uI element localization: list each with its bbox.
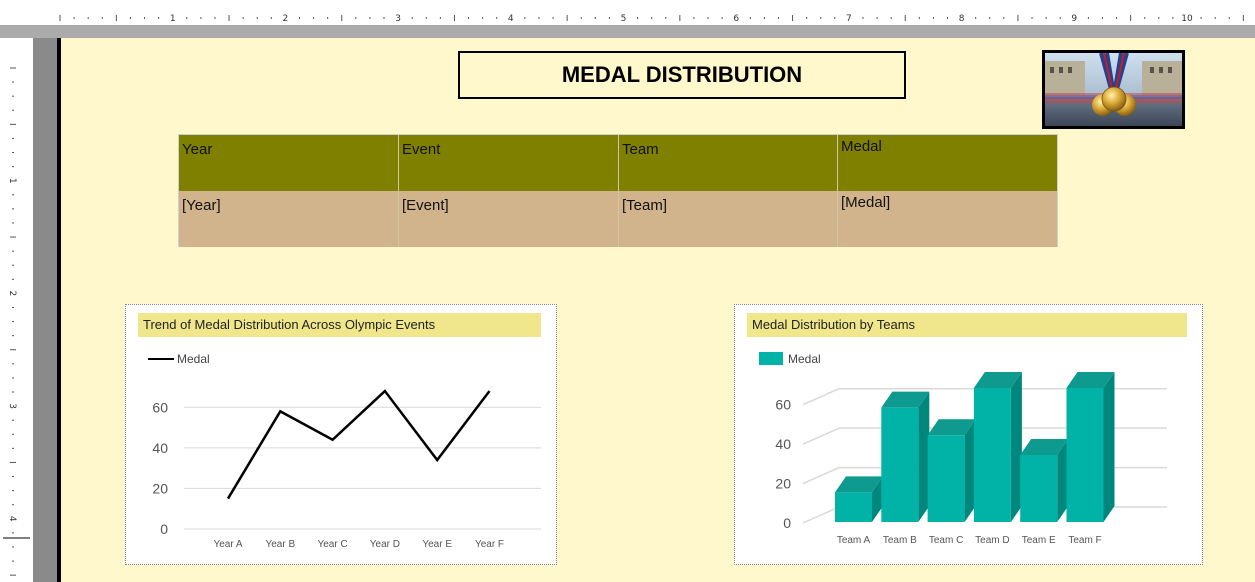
legend-label: Medal [177,352,210,366]
gridline-side [802,506,840,524]
table-header-team[interactable]: Team [619,135,838,191]
header-label: Medal [841,138,882,155]
x-tick-label: Year C [317,539,347,550]
legend-label: Medal [788,352,821,366]
table-cell-year[interactable]: [Year] [179,191,399,247]
ruler-number: 7 [846,14,852,24]
ruler-number: 3 [395,14,401,24]
vertical-ruler-ticks: 1 2 3 4 [3,67,30,576]
report-title-textbox[interactable]: MEDAL DISTRIBUTION [458,51,906,99]
header-label: Year [182,141,213,158]
bar-team-c [927,435,965,522]
ruler-number: 2 [283,14,289,24]
y-tick-label: 0 [160,521,168,537]
bar-chart: Medal 0 20 40 60 Team A Team B Team C Team D Team… [759,352,1167,546]
ruler-gutter [0,25,1255,38]
gridline-side [802,388,840,406]
gridline-side [802,466,840,485]
medals-photo-graphic [1045,53,1182,126]
ruler-number: 6 [733,14,739,24]
table-header-medal[interactable]: Medal [838,135,1057,191]
medal-table[interactable]: Year Event Team Medal [Year] [Event] [Te… [178,134,1058,247]
line-chart-panel[interactable]: Trend of Medal Distribution Across Olymp… [125,304,557,565]
report-title-text: MEDAL DISTRIBUTION [561,62,803,87]
horizontal-ruler-ticks: 1 2 3 4 5 6 7 8 9 10 [59,14,1244,24]
x-tick-label: Year A [213,539,242,550]
bar-team-d [973,387,1011,522]
x-tick-label: Year B [265,539,295,550]
header-label: Event [402,141,441,158]
x-tick-label: Team F [1068,535,1101,546]
vertical-ruler: 1 2 3 4 [0,38,33,582]
y-tick-label: 0 [783,515,791,531]
cell-expression: [Medal] [841,194,891,211]
ruler-number: 10 [1181,14,1193,24]
x-tick-label: Team B [883,535,917,546]
cell-expression: [Team] [622,197,668,214]
bar-team-b [881,407,919,522]
y-tick-label: 60 [775,397,791,413]
left-gutter [33,38,57,582]
gridline-side [802,427,840,445]
y-tick-label: 40 [775,436,791,452]
cell-expression: [Year] [182,197,221,214]
header-label: Team [622,141,659,158]
x-tick-label: Year D [370,539,400,550]
ruler-number: 4 [508,14,514,24]
x-tick-label: Team D [975,535,1009,546]
ruler-number: 2 [7,291,17,297]
table-cell-team[interactable]: [Team] [619,191,838,247]
x-tick-label: Team C [929,535,963,546]
bar-side [1103,371,1115,522]
bar-team-f [1066,387,1104,522]
cell-expression: [Event] [402,197,449,214]
x-tick-label: Team E [1022,535,1056,546]
x-tick-label: Year E [422,539,452,550]
legend-swatch [759,352,783,365]
ruler-number: 4 [7,516,17,522]
ruler-number: 1 [7,178,17,184]
y-tick-label: 20 [152,480,168,496]
table-header-event[interactable]: Event [399,135,619,191]
line-chart: Medal 0 20 40 60 Year A Year B Year C Year D Year… [148,352,541,550]
table-cell-medal[interactable]: [Medal] [838,191,1057,247]
report-designer-canvas: 1 2 3 4 5 6 7 8 9 10 1 2 3 4 MEDAL DISTRIBUTION [0,0,1255,582]
horizontal-ruler: 1 2 3 4 5 6 7 8 9 10 [0,0,1255,25]
olympic-medals-image[interactable] [1042,50,1185,129]
table-cell-event[interactable]: [Event] [399,191,619,247]
x-tick-label: Team A [837,535,871,546]
x-tick-label: Year F [475,539,504,550]
bar-chart-panel[interactable]: Medal Distribution by Teams Medal 0 20 40 60… [734,304,1203,565]
ruler-number: 8 [959,14,965,24]
bar-team-e [1020,454,1058,522]
y-tick-label: 60 [152,399,168,415]
ruler-number: 3 [7,403,17,409]
ruler-number: 5 [621,14,627,24]
ruler-number: 9 [1071,14,1077,24]
y-tick-label: 40 [152,440,168,456]
table-header-year[interactable]: Year [179,135,399,191]
ruler-number: 1 [170,14,176,24]
bar-team-a [835,492,872,522]
y-tick-label: 20 [775,476,791,492]
